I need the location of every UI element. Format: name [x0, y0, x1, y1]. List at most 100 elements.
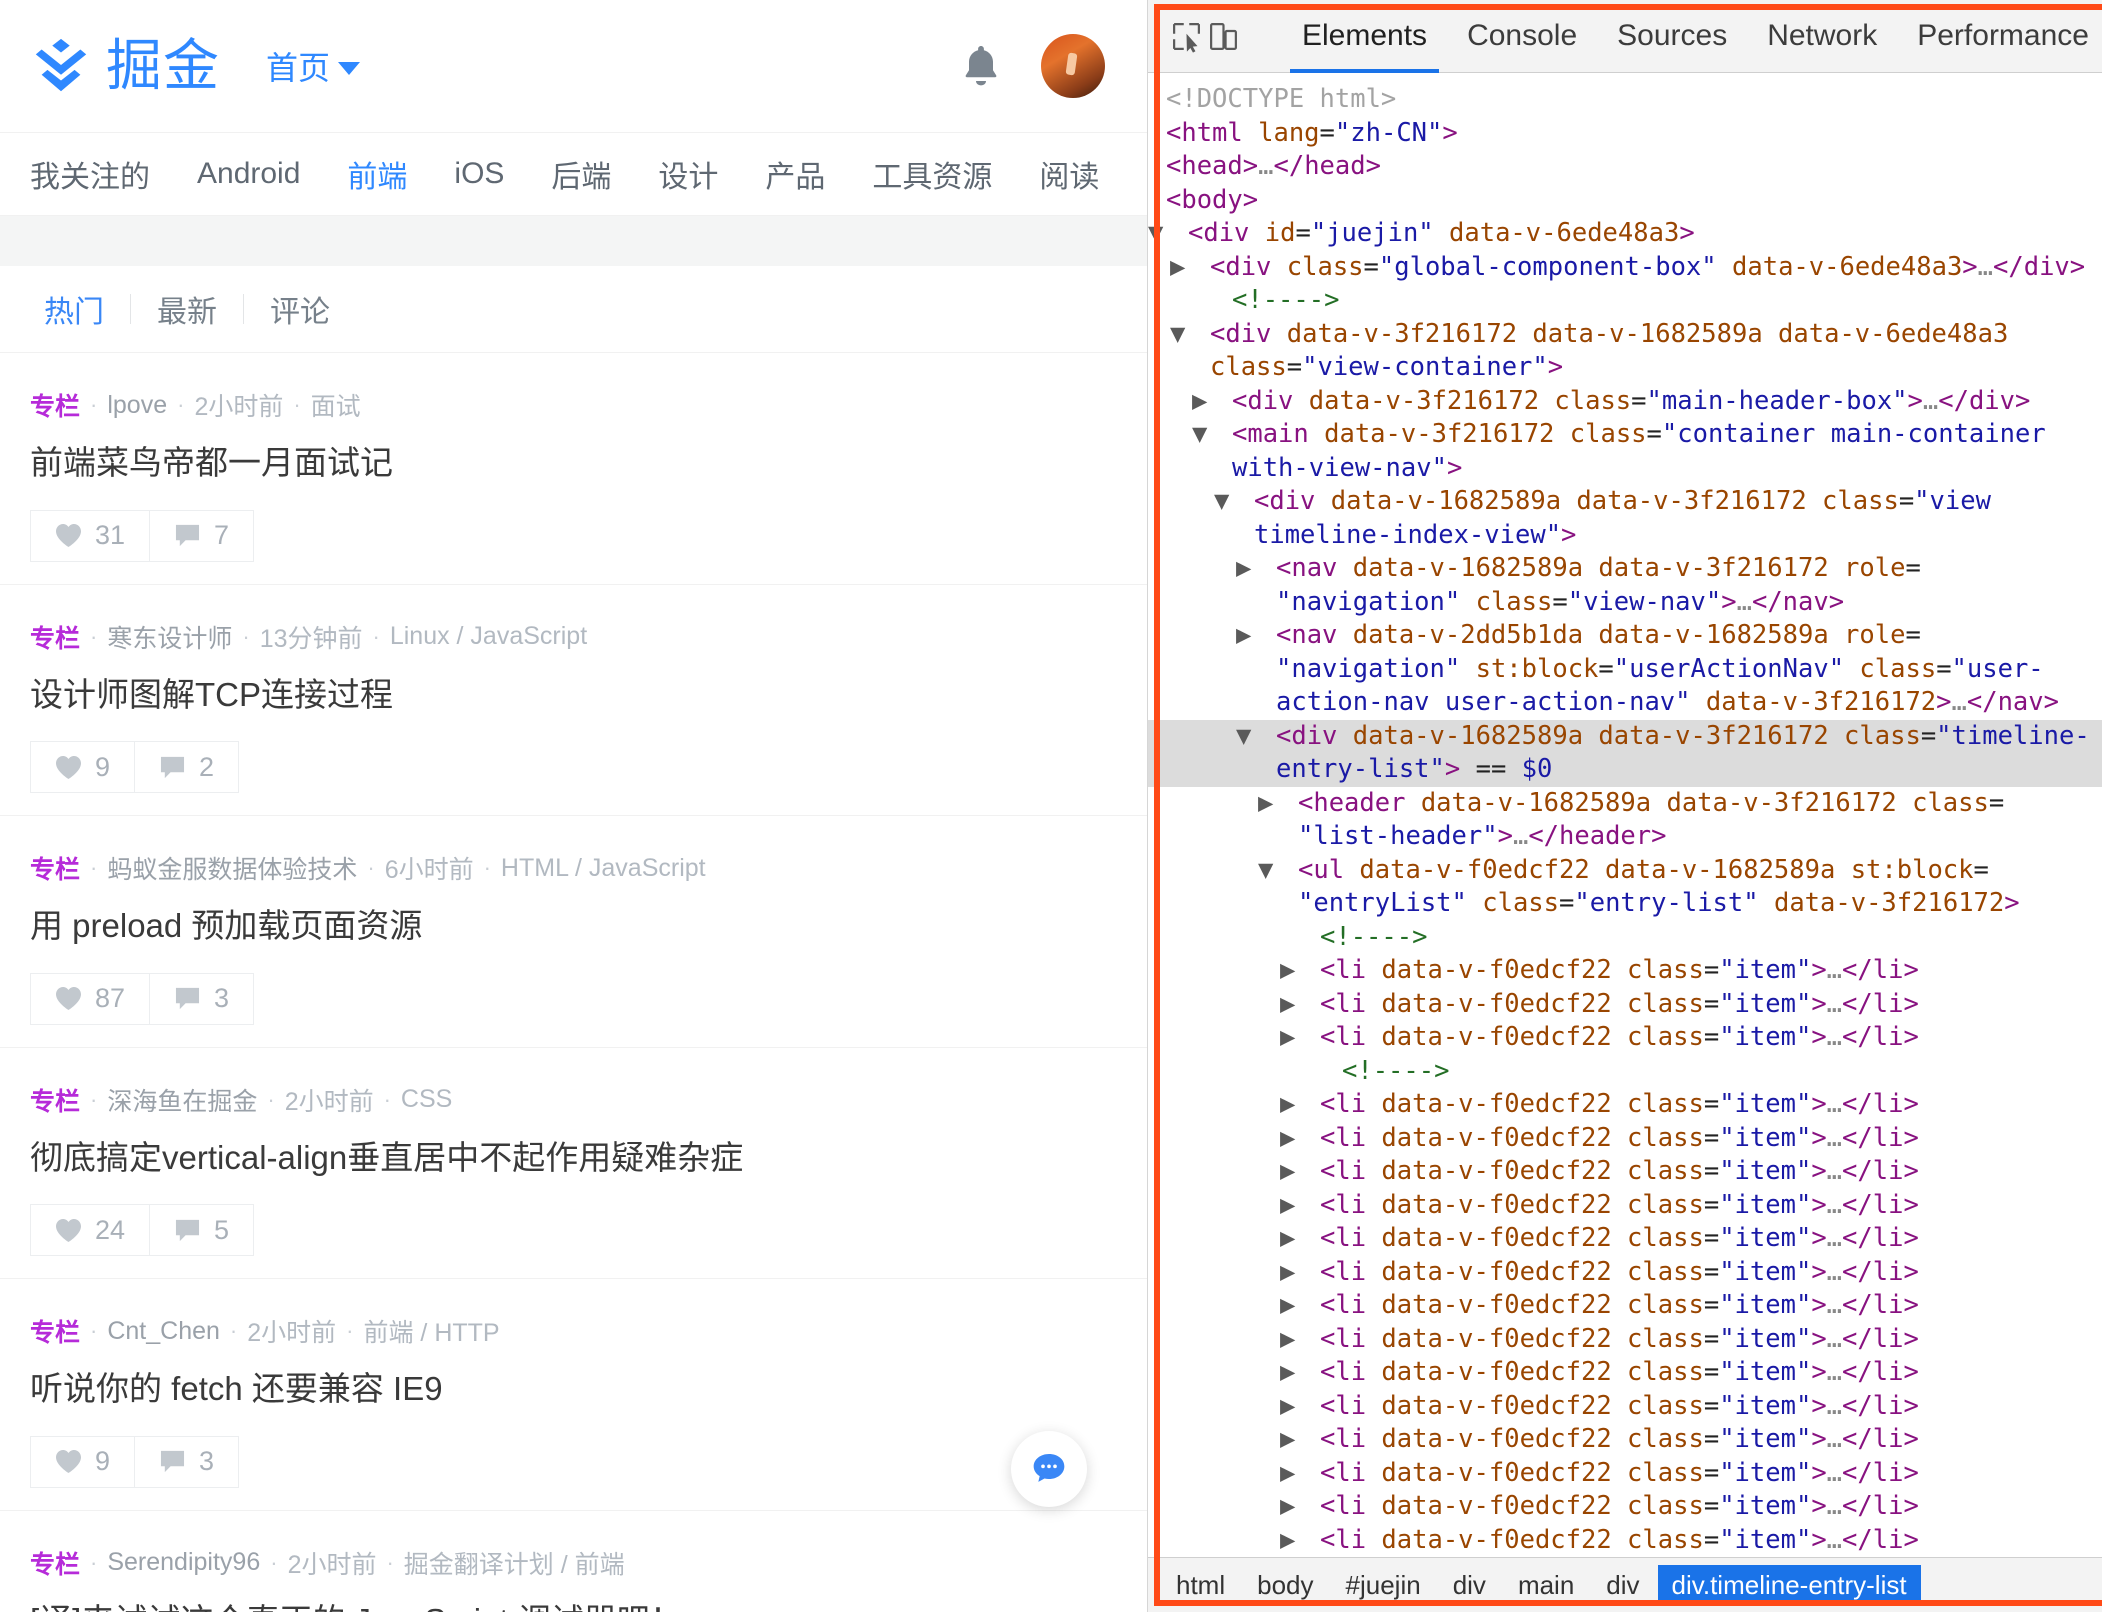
- home-dropdown[interactable]: 首页: [266, 43, 361, 89]
- twisty-expanded-icon[interactable]: ▼: [1258, 854, 1298, 888]
- twisty-collapsed-icon[interactable]: ▶: [1280, 1088, 1320, 1122]
- dom-node-row[interactable]: <!---->: [1148, 284, 2102, 318]
- twisty-collapsed-icon[interactable]: ▶: [1280, 988, 1320, 1022]
- dom-node-row[interactable]: ▶ <li data-v-f0edcf22 class="item">…</li>: [1148, 988, 2102, 1022]
- twisty-collapsed-icon[interactable]: ▶: [1280, 1490, 1320, 1524]
- tab-comments[interactable]: 评论: [244, 287, 356, 331]
- dom-node-row[interactable]: ▶ <li data-v-f0edcf22 class="item">…</li>: [1148, 1524, 2102, 1558]
- entry-topic[interactable]: 前端 / HTTP: [363, 1313, 499, 1349]
- category-item-4[interactable]: 后端: [551, 152, 611, 196]
- entry-tag[interactable]: 专栏: [30, 387, 80, 423]
- twisty-collapsed-icon[interactable]: ▶: [1148, 150, 1166, 184]
- like-button[interactable]: 9: [30, 1435, 136, 1488]
- entry-tag[interactable]: 专栏: [30, 619, 80, 655]
- dom-node-row[interactable]: ▶ <li data-v-f0edcf22 class="item">…</li>: [1148, 1390, 2102, 1424]
- twisty-collapsed-icon[interactable]: ▶: [1170, 251, 1210, 285]
- twisty-collapsed-icon[interactable]: ▶: [1280, 1356, 1320, 1390]
- dom-node-row[interactable]: ▼ <main data-v-3f216172 class="container …: [1148, 418, 2102, 485]
- entry-topic[interactable]: Linux / JavaScript: [390, 622, 587, 651]
- comment-button[interactable]: 3: [135, 1435, 240, 1488]
- dom-node-row[interactable]: <!DOCTYPE html>: [1148, 83, 2102, 117]
- dom-node-row[interactable]: ▼<body>: [1148, 184, 2102, 218]
- entry-author[interactable]: 蚂蚁金服数据体验技术: [107, 850, 357, 886]
- comment-button[interactable]: 5: [150, 1204, 255, 1257]
- like-button[interactable]: 24: [30, 1204, 151, 1257]
- twisty-collapsed-icon[interactable]: ▶: [1280, 1222, 1320, 1256]
- dom-node-row[interactable]: ▶ <li data-v-f0edcf22 class="item">…</li>: [1148, 1323, 2102, 1357]
- list-item[interactable]: 专栏 · 深海鱼在掘金 · 2小时前 · CSS 彻底搞定vertical-al…: [0, 1048, 1147, 1280]
- twisty-collapsed-icon[interactable]: ▶: [1280, 1155, 1320, 1189]
- entry-title[interactable]: 听说你的 fetch 还要兼容 IE9: [30, 1367, 1117, 1412]
- category-item-0[interactable]: 我关注的: [30, 152, 150, 196]
- entry-author[interactable]: lpove: [107, 391, 167, 420]
- entry-title[interactable]: 用 preload 预加载页面资源: [30, 904, 1117, 949]
- dom-node-row[interactable]: ▼ <div data-v-3f216172 data-v-1682589a da…: [1148, 318, 2102, 385]
- entry-topic[interactable]: 面试: [311, 387, 361, 423]
- twisty-expanded-icon[interactable]: ▼: [1214, 485, 1254, 519]
- category-item-8[interactable]: 阅读: [1039, 152, 1099, 196]
- dom-node-row[interactable]: ▶ <div class="global-component-box" data-…: [1148, 251, 2102, 285]
- list-item[interactable]: 专栏 · Cnt_Chen · 2小时前 · 前端 / HTTP 听说你的 fe…: [0, 1279, 1147, 1511]
- category-item-2[interactable]: 前端: [347, 152, 407, 196]
- twisty-collapsed-icon[interactable]: ▶: [1236, 619, 1276, 653]
- twisty-collapsed-icon[interactable]: ▶: [1236, 552, 1276, 586]
- comment-button[interactable]: 7: [150, 509, 255, 562]
- tab-sources[interactable]: Sources: [1599, 0, 1745, 73]
- dom-node-row[interactable]: ▶ <li data-v-f0edcf22 class="item">…</li>: [1148, 1490, 2102, 1524]
- entry-title[interactable]: [译]来试试这个真正的 JavaScript 调试器吧！: [30, 1599, 1117, 1612]
- dom-node-row[interactable]: ▶ <li data-v-f0edcf22 class="item">…</li>: [1148, 1289, 2102, 1323]
- breadcrumb-item-main[interactable]: main: [1504, 1565, 1588, 1606]
- dom-node-row[interactable]: ▶ <li data-v-f0edcf22 class="item">…</li>: [1148, 1222, 2102, 1256]
- entry-tag[interactable]: 专栏: [30, 850, 80, 886]
- dom-node-row[interactable]: ▶ <li data-v-f0edcf22 class="item">…</li>: [1148, 1021, 2102, 1055]
- site-brand[interactable]: 掘金: [30, 35, 220, 97]
- breadcrumb-item-div-2[interactable]: div: [1592, 1565, 1653, 1606]
- list-item[interactable]: 专栏 · 蚂蚁金服数据体验技术 · 6小时前 · HTML / JavaScri…: [0, 816, 1147, 1048]
- twisty-expanded-icon[interactable]: ▼: [1192, 418, 1232, 452]
- dom-node-row[interactable]: ▶ <li data-v-f0edcf22 class="item">…</li>: [1148, 1189, 2102, 1223]
- dom-node-row[interactable]: ▼ <ul data-v-f0edcf22 data-v-1682589a st:…: [1148, 854, 2102, 921]
- twisty-collapsed-icon[interactable]: ▶: [1280, 1323, 1320, 1357]
- entry-title[interactable]: 设计师图解TCP连接过程: [30, 673, 1117, 718]
- entry-author[interactable]: Cnt_Chen: [107, 1317, 220, 1346]
- tab-hot[interactable]: 热门: [30, 287, 130, 331]
- dom-node-row[interactable]: ▶ <li data-v-f0edcf22 class="item">…</li>: [1148, 1356, 2102, 1390]
- like-button[interactable]: 31: [30, 509, 151, 562]
- entry-author[interactable]: 寒东设计师: [107, 619, 232, 655]
- dom-node-row[interactable]: ▶ <header data-v-1682589a data-v-3f216172…: [1148, 787, 2102, 854]
- dom-node-row[interactable]: ▶<head>…</head>: [1148, 150, 2102, 184]
- category-item-3[interactable]: iOS: [454, 157, 504, 191]
- twisty-collapsed-icon[interactable]: ▶: [1280, 1122, 1320, 1156]
- entry-author[interactable]: 深海鱼在掘金: [107, 1082, 257, 1118]
- dom-node-row[interactable]: ▶ <li data-v-f0edcf22 class="item">…</li>: [1148, 1088, 2102, 1122]
- twisty-collapsed-icon[interactable]: ▶: [1192, 385, 1232, 419]
- twisty-collapsed-icon[interactable]: ▶: [1258, 787, 1298, 821]
- comment-button[interactable]: 2: [135, 741, 240, 794]
- dom-tree[interactable]: <!DOCTYPE html> <html lang="zh-CN">▶<hea…: [1148, 73, 2102, 1557]
- tab-console[interactable]: Console: [1449, 0, 1595, 73]
- dom-node-row[interactable]: <html lang="zh-CN">: [1148, 117, 2102, 151]
- tab-elements[interactable]: Elements: [1284, 0, 1445, 73]
- twisty-collapsed-icon[interactable]: ▶: [1280, 1189, 1320, 1223]
- dom-node-row[interactable]: ▶ <li data-v-f0edcf22 class="item">…</li>: [1148, 1256, 2102, 1290]
- twisty-collapsed-icon[interactable]: ▶: [1280, 1457, 1320, 1491]
- notification-bell-icon[interactable]: [961, 43, 1001, 89]
- twisty-collapsed-icon[interactable]: ▶: [1280, 1524, 1320, 1558]
- dom-node-row[interactable]: <!---->: [1148, 921, 2102, 955]
- breadcrumb-item-body[interactable]: body: [1243, 1565, 1327, 1606]
- dom-node-row[interactable]: ▼ <div data-v-1682589a data-v-3f216172 cl…: [1148, 485, 2102, 552]
- chat-fab[interactable]: [1011, 1431, 1087, 1507]
- device-toolbar-icon[interactable]: [1207, 8, 1240, 64]
- twisty-collapsed-icon[interactable]: ▶: [1280, 1256, 1320, 1290]
- entry-topic[interactable]: HTML / JavaScript: [501, 854, 706, 883]
- tab-newest[interactable]: 最新: [131, 287, 243, 331]
- twisty-collapsed-icon[interactable]: ▶: [1280, 954, 1320, 988]
- dom-node-row-selected[interactable]: ▼ <div data-v-1682589a data-v-3f216172 cl…: [1148, 719, 2102, 787]
- list-item[interactable]: 专栏 · lpove · 2小时前 · 面试 前端菜鸟帝都一月面试记 31 7: [0, 353, 1147, 585]
- tab-performance[interactable]: Performance: [1899, 0, 2102, 73]
- dom-node-row[interactable]: ▶ <li data-v-f0edcf22 class="item">…</li>: [1148, 1423, 2102, 1457]
- dom-node-row[interactable]: ▶ <li data-v-f0edcf22 class="item">…</li>: [1148, 1457, 2102, 1491]
- entry-topic[interactable]: CSS: [401, 1085, 452, 1114]
- twisty-expanded-icon[interactable]: ▼: [1148, 184, 1166, 218]
- dom-node-row[interactable]: ▶ <div data-v-3f216172 class="main-header…: [1148, 385, 2102, 419]
